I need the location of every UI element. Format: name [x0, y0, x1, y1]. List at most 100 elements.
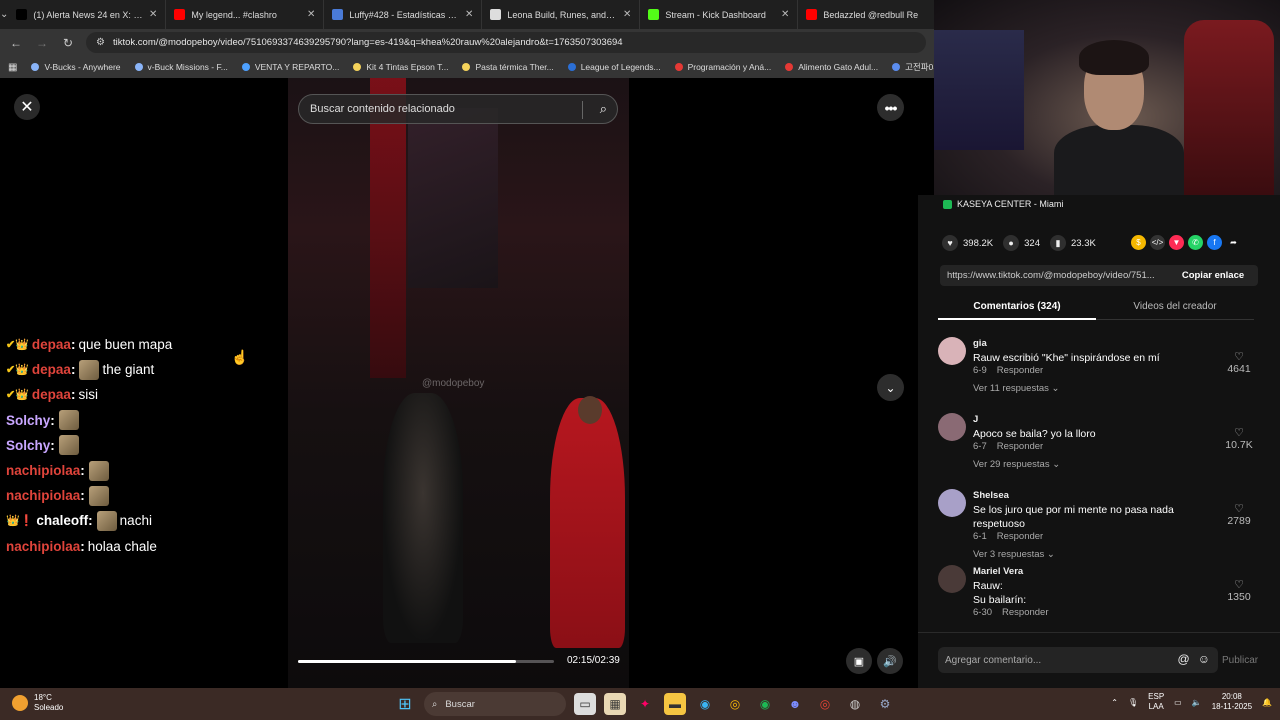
copy-link-button[interactable]: Copiar enlace [1168, 270, 1258, 281]
facebook-icon[interactable]: f [1207, 235, 1222, 250]
bookmark-item[interactable]: 고전파0의 방송국 [892, 61, 934, 73]
comment-button[interactable]: ● 324 [1003, 235, 1040, 251]
share-arrow-icon[interactable]: ➦ [1226, 235, 1241, 250]
view-replies-link[interactable]: Ver 3 respuestas ⌄ [973, 549, 1055, 560]
chat-username[interactable]: Solchy [6, 438, 50, 453]
task-view-icon[interactable]: ▭ [574, 693, 596, 715]
send-icon[interactable]: ▼ [1169, 235, 1184, 250]
video-player[interactable]: @modopeboy [288, 78, 629, 688]
language-indicator[interactable]: ESP LAA [1148, 692, 1164, 712]
view-replies-link[interactable]: Ver 29 respuestas ⌄ [973, 459, 1060, 470]
bookmark-item[interactable]: League of Legends... [567, 62, 661, 72]
progress-bar[interactable] [298, 660, 554, 663]
chat-username[interactable]: nachipiolaa [6, 463, 80, 478]
bookmark-item[interactable]: Programación y Aná... [674, 62, 771, 72]
tab-creator-videos[interactable]: Videos del creador [1096, 296, 1254, 320]
browser-tab[interactable]: Luffy#428 - Estadísticas del inv ✕ [324, 0, 483, 29]
mic-icon[interactable]: 🎙 [1128, 698, 1138, 707]
comment-like-button[interactable]: ♡ 1350 [1224, 578, 1254, 603]
publish-button[interactable]: Publicar [1222, 655, 1258, 666]
view-replies-link[interactable]: Ver 11 respuestas ⌄ [973, 383, 1059, 394]
comment-like-button[interactable]: ♡ 10.7K [1224, 426, 1254, 451]
close-tab-icon[interactable]: ✕ [623, 9, 631, 20]
emoji-icon[interactable]: ☺ [1198, 652, 1210, 666]
chat-username[interactable]: depaa [32, 337, 71, 352]
tray-expand-icon[interactable]: ⌃ [1111, 698, 1118, 707]
comment-author[interactable]: Mariel Vera [973, 566, 1023, 577]
avatar[interactable] [938, 337, 966, 365]
steam-icon[interactable]: ⚙ [874, 693, 896, 715]
site-info-icon[interactable]: ⚙ [96, 37, 105, 48]
edge-icon[interactable]: ◉ [694, 693, 716, 715]
clock[interactable]: 20:08 18-11-2025 [1212, 692, 1252, 712]
chat-username[interactable]: depaa [32, 387, 71, 402]
chat-username[interactable]: depaa [32, 362, 71, 377]
tab-search-icon[interactable]: ⌄ [0, 0, 8, 29]
bookmark-item[interactable]: V-Bucks - Anywhere [31, 62, 121, 72]
copilot-icon[interactable]: ✦ [634, 693, 656, 715]
store-icon[interactable]: ▦ [604, 693, 626, 715]
forward-icon[interactable]: → [34, 36, 50, 50]
comment-author[interactable]: gia [973, 338, 987, 349]
comment-author[interactable]: Shelsea [973, 490, 1009, 501]
bookmark-item[interactable]: VENTA Y REPARTO... [241, 62, 339, 72]
close-tab-icon[interactable]: ✕ [781, 9, 789, 20]
browser-tab[interactable]: Stream - Kick Dashboard ✕ [640, 0, 799, 29]
close-tab-icon[interactable]: ✕ [465, 9, 473, 20]
embed-icon[interactable]: </> [1150, 235, 1165, 250]
coin-icon[interactable]: $ [1131, 235, 1146, 250]
next-video-button[interactable]: ⌄ [877, 374, 904, 401]
network-icon[interactable]: ▭ [1174, 698, 1182, 707]
bookmark-item[interactable]: Pasta térmica Ther... [462, 62, 554, 72]
speaker-icon[interactable]: 🔈 [1192, 698, 1202, 707]
reload-icon[interactable]: ↻ [60, 36, 76, 50]
comment-input[interactable]: Agregar comentario... @ ☺ [938, 647, 1218, 673]
discord-icon[interactable]: ☻ [784, 693, 806, 715]
browser-tab[interactable]: Bedazzled @redbull Re ✕ [798, 0, 957, 29]
close-button[interactable]: ✕ [14, 94, 40, 120]
weather-widget[interactable]: 18°C Soleado [12, 693, 63, 713]
mention-icon[interactable]: @ [1178, 652, 1190, 666]
reply-button[interactable]: Responder [1002, 607, 1048, 618]
miniplayer-button[interactable]: ▣ [846, 648, 872, 674]
chat-username[interactable]: chaleoff [36, 513, 88, 528]
notification-icon[interactable]: 🔔 [1262, 698, 1272, 707]
taskbar-search[interactable]: ⌕ Buscar [424, 692, 566, 716]
avatar[interactable] [938, 489, 966, 517]
like-button[interactable]: ♥ 398.2K [942, 235, 993, 251]
chat-username[interactable]: nachipiolaa [6, 539, 80, 554]
related-search-input[interactable]: Buscar contenido relacionado ⌕ [298, 94, 618, 124]
location-tag[interactable]: KASEYA CENTER - Miami [943, 199, 1063, 209]
tab-comments[interactable]: Comentarios (324) [938, 296, 1096, 320]
comment-like-button[interactable]: ♡ 4641 [1224, 350, 1254, 375]
chat-username[interactable]: Solchy [6, 413, 50, 428]
file-explorer-icon[interactable]: ▬ [664, 693, 686, 715]
volume-button[interactable]: 🔊 [877, 648, 903, 674]
close-tab-icon[interactable]: ✕ [307, 9, 315, 20]
reply-button[interactable]: Responder [997, 531, 1043, 542]
bookmark-item[interactable]: v-Buck Missions - F... [134, 62, 228, 72]
obs-icon[interactable]: ◍ [844, 693, 866, 715]
chrome-icon[interactable]: ◎ [724, 693, 746, 715]
browser-tab[interactable]: (1) Alerta News 24 en X: "saus ✕ [8, 0, 167, 29]
bookmark-item[interactable]: Alimento Gato Adul... [785, 62, 878, 72]
bookmark-item[interactable]: Kit 4 Tintas Epson T... [353, 62, 448, 72]
url-bar[interactable]: ⚙ tiktok.com/@modopeboy/video/7510693374… [86, 32, 926, 53]
chat-username[interactable]: nachipiolaa [6, 488, 80, 503]
browser-tab[interactable]: My legend... #clashro ✕ [166, 0, 325, 29]
close-tab-icon[interactable]: ✕ [149, 9, 157, 20]
apps-icon[interactable]: ▦ [8, 62, 17, 73]
chrome-alt-icon[interactable]: ◎ [814, 693, 836, 715]
avatar[interactable] [938, 565, 966, 593]
comment-author[interactable]: J [973, 414, 978, 425]
whatsapp-icon[interactable]: ✆ [1188, 235, 1203, 250]
comment-like-button[interactable]: ♡ 2789 [1224, 502, 1254, 527]
search-icon[interactable]: ⌕ [600, 101, 607, 117]
reply-button[interactable]: Responder [997, 441, 1043, 452]
spotify-icon[interactable]: ◉ [754, 693, 776, 715]
windows-start-icon[interactable]: ⊞ [394, 693, 416, 715]
back-icon[interactable]: ← [8, 36, 24, 50]
save-button[interactable]: ▮ 23.3K [1049, 235, 1096, 251]
reply-button[interactable]: Responder [997, 365, 1043, 376]
avatar[interactable] [938, 413, 966, 441]
